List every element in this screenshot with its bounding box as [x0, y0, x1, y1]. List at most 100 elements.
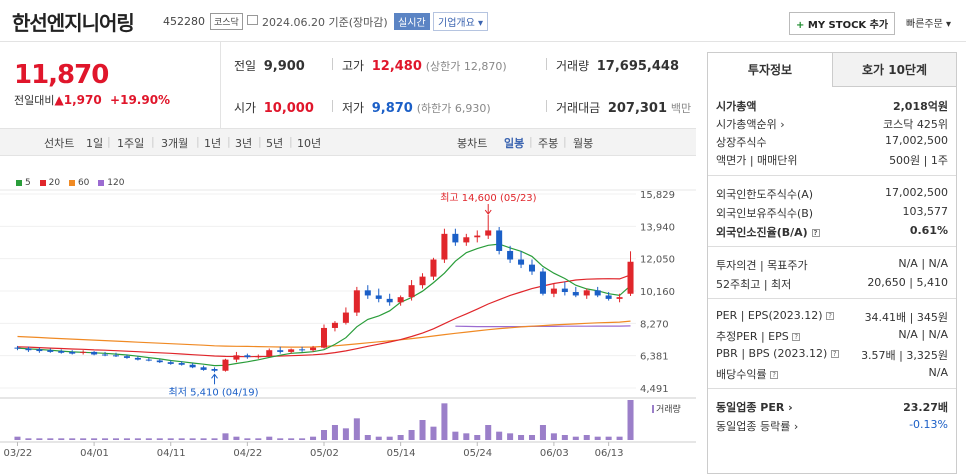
market-cap-label: 시가총액 — [716, 100, 757, 113]
candle-body — [189, 364, 196, 368]
tab-daily[interactable]: 일봉 — [504, 135, 524, 151]
tab-3y[interactable]: 3년 — [235, 135, 252, 151]
volume-bar — [583, 435, 590, 440]
foreign-limit-label: 외국인한도주식수(A) — [716, 188, 814, 201]
tab-1d[interactable]: 1일 — [86, 135, 103, 151]
candle-body — [561, 288, 568, 293]
line-chart-label[interactable]: 선차트 — [44, 135, 74, 151]
candle-body — [496, 230, 503, 251]
dividend-label: 배당수익률 — [716, 368, 767, 381]
y-tick-label: 10,160 — [640, 287, 675, 298]
tab-weekly[interactable]: 주봉 — [538, 135, 558, 151]
pbr-value: 3.57배 | 3,325원 — [861, 349, 948, 362]
help-icon[interactable]: ? — [830, 350, 839, 358]
candle-body — [441, 233, 448, 260]
help-icon[interactable]: ? — [770, 371, 779, 379]
candle-body — [200, 367, 207, 370]
volume-bar — [134, 438, 141, 440]
x-tick-label: 06/13 — [595, 448, 624, 459]
candle-body — [244, 355, 251, 358]
tab-hoga-10[interactable]: 호가 10단계 — [832, 53, 956, 87]
x-tick-label: 03/22 — [3, 448, 32, 459]
candle-body — [266, 350, 273, 357]
opinion-row: 투자의견 | 목표주가 N/A | N/A — [716, 257, 948, 273]
y-tick-label: 12,050 — [640, 255, 675, 266]
volume-bar — [14, 436, 21, 440]
candle-body — [507, 250, 514, 260]
market-cap-rank-row[interactable]: 시가총액순위 › 코스닥 425위 — [716, 116, 948, 132]
candle-chart-label[interactable]: 봉차트 — [457, 135, 487, 151]
stock-code: 452280 — [163, 15, 205, 28]
volume-bar — [342, 428, 349, 440]
volume-bar — [58, 438, 65, 440]
volume-bar — [222, 433, 229, 440]
candle-body — [156, 360, 163, 363]
volume-label: 거래량 — [556, 59, 590, 73]
sector-rate-row[interactable]: 동일업종 등락률 › -0.13% — [716, 418, 948, 434]
tab-10y[interactable]: 10년 — [297, 135, 321, 151]
change-percent: +19.90% — [110, 93, 171, 107]
volume-bar — [605, 436, 612, 440]
realtime-badge[interactable]: 실시간 — [394, 13, 430, 30]
tab-invest-info[interactable]: 투자정보 — [708, 53, 832, 87]
help-icon[interactable]: ? — [792, 333, 801, 341]
tab-1y[interactable]: 1년 — [204, 135, 221, 151]
volume-bar — [561, 435, 568, 440]
market-cap-row: 시가총액 2,018억원 — [716, 98, 948, 114]
sector-rate-label[interactable]: 동일업종 등락률 › — [716, 420, 798, 433]
candlestick-chart[interactable]: 15,829 13,940 12,050 10,160 8,270 6,381 4,491 0… — [0, 172, 696, 474]
stock-header: 한선엔지니어링 452280 코스닥 2024.06.20 기준(장마감) 실시… — [0, 0, 966, 42]
volume-bar — [452, 431, 459, 440]
tab-3m[interactable]: 3개월 — [161, 135, 188, 151]
fast-order-button[interactable]: 빠른주문 ▾ — [906, 15, 951, 30]
volume-bar — [299, 438, 306, 440]
y-tick-label: 13,940 — [640, 222, 675, 233]
candle-body — [419, 276, 426, 286]
foreign-hold-label: 외국인보유주식수(B) — [716, 207, 814, 220]
candle-body — [386, 298, 393, 303]
volume-bar — [550, 433, 557, 440]
corp-overview-button[interactable]: 기업개요 ▾ — [433, 12, 488, 31]
face-value-row: 액면가 | 매매단위 500원 | 1주 — [716, 152, 948, 168]
candle-body — [112, 355, 120, 357]
current-price: 11,870 — [14, 60, 109, 90]
tab-1w[interactable]: 1주일 — [117, 135, 144, 151]
volume-label: 거래량 — [656, 403, 681, 415]
volume-bar — [572, 436, 579, 440]
help-icon[interactable]: ? — [826, 312, 835, 320]
volume-bar — [255, 438, 262, 440]
candle-body — [463, 237, 470, 243]
sector-per-label[interactable]: 동일업종 PER › — [716, 401, 793, 414]
trade-value-value: 207,301 — [607, 101, 668, 116]
candle-body — [342, 312, 349, 323]
candle-body — [299, 349, 306, 351]
candle-body — [550, 288, 557, 294]
volume-bar — [430, 426, 437, 440]
market-cap-rank-label[interactable]: 시가총액순위 › — [716, 118, 785, 131]
foreign-ratio-value: 0.61% — [909, 224, 948, 237]
volume-bar — [200, 438, 207, 440]
volume-bar — [277, 438, 284, 440]
candle-body — [47, 350, 54, 352]
candle-body — [528, 264, 536, 272]
opinion-label: 투자의견 | 목표주가 — [716, 259, 808, 272]
candle-body — [167, 362, 174, 364]
side-tabs: 투자정보 호가 10단계 — [708, 53, 956, 87]
candle-body — [320, 327, 328, 348]
y-tick-label: 15,829 — [640, 190, 675, 201]
tab-5y[interactable]: 5년 — [266, 135, 283, 151]
week52-label: 52주최고 | 최저 — [716, 278, 792, 291]
sector-per-row[interactable]: 동일업종 PER › 23.27배 — [716, 399, 948, 415]
candle-body — [485, 230, 492, 236]
tab-separator: | — [227, 135, 231, 148]
volume-bar — [320, 430, 328, 440]
price-chart[interactable]: 15,829 13,940 12,050 10,160 8,270 6,381 4,491 0… — [0, 172, 696, 474]
add-mystock-button[interactable]: + MY STOCK 추가 — [789, 12, 896, 35]
date-text: 2024.06.20 기준(장마감) — [262, 16, 388, 29]
candle-body — [288, 349, 295, 352]
tab-monthly[interactable]: 월봉 — [573, 135, 593, 151]
volume-bar — [233, 436, 240, 440]
help-icon[interactable]: ? — [811, 229, 820, 237]
candle-body — [474, 235, 481, 238]
candle-body — [14, 347, 21, 349]
